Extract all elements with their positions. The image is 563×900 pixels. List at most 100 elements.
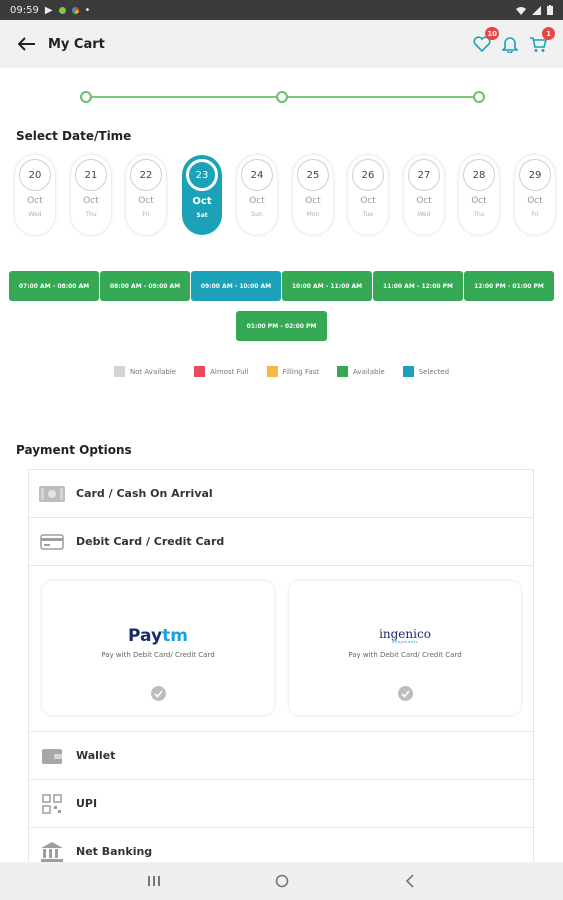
date-weekday: Thu xyxy=(85,211,97,218)
payment-option-label: Net Banking xyxy=(76,845,153,858)
paytm-gateway-card[interactable]: Paytm Pay with Debit Card/ Credit Card xyxy=(42,581,274,715)
checkout-progress xyxy=(80,90,485,104)
payment-upi[interactable]: UPI xyxy=(29,780,533,828)
progress-step xyxy=(473,91,485,103)
cash-icon xyxy=(38,483,66,505)
play-icon: ▶ xyxy=(44,4,53,16)
date-chip[interactable]: 24 Oct Sun xyxy=(237,155,277,235)
legend-swatch xyxy=(194,366,206,377)
notifications-button[interactable] xyxy=(499,33,521,55)
legend-label: Not Available xyxy=(129,367,177,376)
time-slot-0900-selected[interactable]: 09:00 AM - 10:00 AM xyxy=(191,271,281,301)
legend-item: Available xyxy=(337,366,385,377)
more-notifications-icon: • xyxy=(84,4,91,16)
home-button[interactable] xyxy=(272,871,292,891)
date-chip[interactable]: 25 Oct Mon xyxy=(293,155,333,235)
wishlist-button[interactable]: 10 xyxy=(471,27,499,55)
payment-card-cash-on-arrival[interactable]: Card / Cash On Arrival xyxy=(29,470,533,518)
date-chip[interactable]: 21 Oct Thu xyxy=(71,155,111,235)
arrow-left-icon xyxy=(18,37,35,51)
status-left: 09:59 ▶ • xyxy=(10,5,90,16)
payment-options-list: Card / Cash On Arrival Debit Card / Cred… xyxy=(28,469,534,876)
cart-badge: 1 xyxy=(542,27,555,40)
ingenico-gateway-card[interactable]: ingenico ePayments Pay with Debit Card/ C… xyxy=(289,581,521,715)
legend-item: Filling Fast xyxy=(266,366,320,377)
date-month: Oct xyxy=(471,196,487,206)
legend-item: Almost Full xyxy=(194,366,249,377)
date-month: Oct xyxy=(138,196,154,206)
legend-swatch xyxy=(402,366,414,377)
date-month: Oct xyxy=(305,196,321,206)
date-chip[interactable]: 26 Oct Tue xyxy=(348,155,388,235)
ingenico-logo: ingenico ePayments xyxy=(379,625,431,647)
legend-swatch xyxy=(337,366,349,377)
qr-code-icon xyxy=(38,793,66,815)
page-title: My Cart xyxy=(48,36,105,52)
date-weekday: Mon xyxy=(306,211,320,218)
time-slot-0700[interactable]: 07:00 AM - 08:00 AM xyxy=(9,271,99,301)
chrome-icon xyxy=(71,6,79,14)
time-slot-1200[interactable]: 12:00 PM - 01:00 PM xyxy=(464,271,554,301)
legend-swatch xyxy=(266,366,278,377)
date-number: 21 xyxy=(75,159,107,191)
battery-icon xyxy=(547,5,553,15)
legend-label: Almost Full xyxy=(210,367,249,376)
date-number: 22 xyxy=(130,159,162,191)
payment-option-label: Card / Cash On Arrival xyxy=(76,487,213,500)
date-weekday: Sat xyxy=(196,212,208,219)
progress-step xyxy=(80,91,92,103)
date-chip[interactable]: 22 Oct Fri xyxy=(126,155,166,235)
home-circle-icon xyxy=(275,874,288,888)
date-number: 29 xyxy=(519,159,551,191)
date-number: 26 xyxy=(352,159,384,191)
time-slot-1300[interactable]: 01:00 PM - 02:00 PM xyxy=(236,311,327,341)
legend-item: Not Available xyxy=(113,366,177,377)
status-bar: 09:59 ▶ • xyxy=(0,0,563,20)
date-chip[interactable]: 29 Oct Fri xyxy=(515,155,555,235)
back-button[interactable] xyxy=(14,31,40,57)
recents-icon xyxy=(147,876,160,886)
wifi-icon xyxy=(516,6,526,15)
payment-debit-credit-card[interactable]: Debit Card / Credit Card xyxy=(29,518,533,566)
check-icon xyxy=(397,686,413,701)
cart-button[interactable]: 1 xyxy=(527,27,555,55)
back-nav-button[interactable] xyxy=(400,871,420,891)
date-number: 27 xyxy=(408,159,440,191)
legend-label: Selected xyxy=(418,367,450,376)
slot-legend: Not Available Almost Full Filling Fast A… xyxy=(0,366,563,377)
payment-option-label: Wallet xyxy=(76,749,116,762)
recents-button[interactable] xyxy=(144,871,164,891)
date-month: Oct xyxy=(83,196,99,206)
time-slot-0800[interactable]: 08:00 AM - 09:00 AM xyxy=(100,271,190,301)
android-icon xyxy=(58,6,66,14)
date-number: 20 xyxy=(19,159,51,191)
date-number: 23 xyxy=(186,159,218,191)
check-icon xyxy=(150,686,166,701)
system-nav-bar xyxy=(0,862,563,900)
bell-icon xyxy=(502,37,518,53)
wallet-icon xyxy=(38,745,66,767)
date-number: 24 xyxy=(241,159,273,191)
signal-icon xyxy=(532,5,541,15)
date-number: 28 xyxy=(463,159,495,191)
date-month: Oct xyxy=(416,196,432,206)
payment-option-label: UPI xyxy=(76,797,98,810)
date-weekday: Tue xyxy=(362,211,374,218)
date-chip[interactable]: 27 Oct Wed xyxy=(404,155,444,235)
date-chip[interactable]: 28 Oct Thu xyxy=(459,155,499,235)
date-month: Oct xyxy=(527,196,543,206)
credit-card-icon xyxy=(38,531,66,553)
legend-label: Filling Fast xyxy=(282,367,320,376)
date-chip[interactable]: 20 Oct Wed xyxy=(15,155,55,235)
time-slot-1000[interactable]: 10:00 AM - 11:00 AM xyxy=(282,271,372,301)
date-month: Oct xyxy=(249,196,265,206)
card-gateways: Paytm Pay with Debit Card/ Credit Card i… xyxy=(29,567,533,732)
date-weekday: Sun xyxy=(251,211,263,218)
time-slot-1100[interactable]: 11:00 AM - 12:00 PM xyxy=(373,271,463,301)
date-chip-selected[interactable]: 23 Oct Sat xyxy=(182,155,222,235)
chevron-left-icon xyxy=(405,874,414,888)
payment-wallet[interactable]: Wallet xyxy=(29,732,533,780)
payment-option-label: Debit Card / Credit Card xyxy=(76,535,225,548)
date-weekday: Fri xyxy=(142,211,150,218)
wishlist-badge: 10 xyxy=(485,27,499,40)
